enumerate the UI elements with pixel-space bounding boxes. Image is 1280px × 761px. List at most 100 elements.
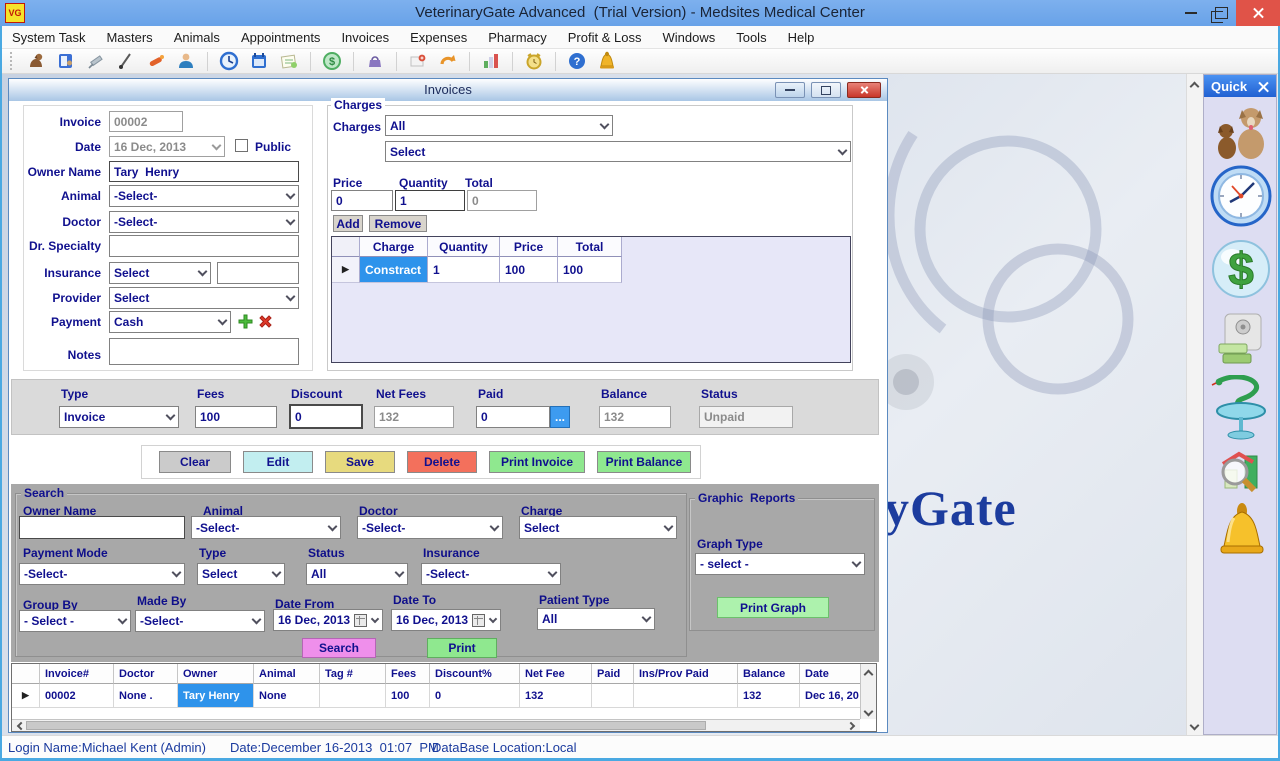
close-button[interactable] [1236,0,1280,26]
print-balance-button[interactable]: Print Balance [597,451,691,473]
search-button[interactable]: Search [302,638,376,658]
quick-bell-icon[interactable] [1217,501,1267,563]
save-button[interactable]: Save [325,451,395,473]
menu-item-expenses[interactable]: Expenses [410,30,467,45]
discount-field[interactable]: 0 [289,404,363,429]
results-vertical-scrollbar[interactable] [860,664,876,719]
toolbar-undo-arrow-icon[interactable] [437,50,459,72]
menu-item-tools[interactable]: Tools [736,30,766,45]
add-payment-icon[interactable] [237,313,254,335]
delete-button[interactable]: Delete [407,451,477,473]
menu-item-masters[interactable]: Masters [106,30,152,45]
toolbar-dollar-coin-icon[interactable]: $ [321,50,343,72]
toolbar-bar-chart-icon[interactable] [480,50,502,72]
charges-filter-combobox[interactable]: All [385,115,613,136]
toolbar-marker-pen-icon[interactable] [145,50,167,72]
toolbar-help-icon[interactable]: ? [566,50,588,72]
mdi-vertical-scrollbar[interactable] [1186,74,1203,735]
quick-safe-icon[interactable] [1216,311,1266,367]
search-status-combobox[interactable]: All [306,563,408,585]
clear-button[interactable]: Clear [159,451,231,473]
search-doctor-combobox[interactable]: -Select- [357,516,503,539]
results-row[interactable]: ▶ 00002 None . Tary Henry None 100 0 132… [12,684,876,708]
minimize-button[interactable] [1176,0,1206,26]
fees-field[interactable]: 100 [195,406,277,428]
search-print-button[interactable]: Print [427,638,497,658]
notes-label: Notes [19,348,101,362]
application-window: VG VeterinaryGate Advanced (Trial Versio… [0,0,1280,761]
search-type-combobox[interactable]: Select [197,563,285,585]
invoices-minimize-button[interactable] [775,82,805,98]
made-by-combobox[interactable]: -Select- [135,610,265,632]
print-invoice-button[interactable]: Print Invoice [489,451,585,473]
menu-item-system-task[interactable]: System Task [12,30,85,45]
quick-close-icon[interactable] [1257,80,1270,93]
remove-charge-button[interactable]: Remove [369,215,427,232]
doctor-combobox[interactable]: -Select- [109,211,299,233]
menu-item-help[interactable]: Help [788,30,815,45]
payment-combobox[interactable]: Cash [109,311,231,333]
dr-specialty-field[interactable] [109,235,299,257]
results-horizontal-scrollbar[interactable] [12,719,860,731]
quantity-field[interactable]: 1 [395,190,465,211]
quick-dollar-icon[interactable]: $ [1210,235,1272,303]
toolbar-dog-icon[interactable] [25,50,47,72]
menu-item-appointments[interactable]: Appointments [241,30,321,45]
quick-panel-title: Quick [1211,79,1247,94]
insurance-combobox[interactable]: Select [109,262,211,284]
paid-field[interactable]: 0 [476,406,550,428]
search-charge-combobox[interactable]: Select [519,516,677,539]
insurance-label: Insurance [19,266,101,280]
menu-item-invoices[interactable]: Invoices [341,30,389,45]
notes-field[interactable] [109,338,299,365]
charge-select-combobox[interactable]: Select [385,141,851,162]
toolbar-animal-book-icon[interactable] [55,50,77,72]
toolbar-calendar-icon[interactable] [248,50,270,72]
add-charge-button[interactable]: Add [333,215,363,232]
patient-type-combobox[interactable]: All [537,608,655,630]
graph-type-combobox[interactable]: - select - [695,553,865,575]
date-from-picker[interactable]: 16 Dec, 2013 [273,609,383,631]
toolbar-lab-probe-icon[interactable] [115,50,137,72]
invoices-restore-button[interactable] [811,82,841,98]
animal-combobox[interactable]: -Select- [109,185,299,207]
print-graph-button[interactable]: Print Graph [717,597,829,618]
quick-pharmacy-icon[interactable] [1210,373,1272,443]
search-owner-name-field[interactable] [19,516,185,539]
insurance-number-field[interactable] [217,262,299,284]
edit-button[interactable]: Edit [243,451,313,473]
charges-grid-row[interactable]: ▶ Constract 1 100 100 [332,257,850,283]
menu-item-animals[interactable]: Animals [174,30,220,45]
svg-text:?: ? [574,56,581,68]
menu-item-profit-loss[interactable]: Profit & Loss [568,30,642,45]
search-insurance-combobox[interactable]: -Select- [421,563,561,585]
date-to-picker[interactable]: 16 Dec, 2013 [391,609,501,631]
quick-pets-icon[interactable] [1212,99,1270,161]
public-checkbox[interactable] [235,139,248,152]
toolbar-clock-icon[interactable] [218,50,240,72]
payment-mode-combobox[interactable]: -Select- [19,563,185,585]
toolbar-purse-icon[interactable] [364,50,386,72]
toolbar-billing-note-icon[interactable] [278,50,300,72]
type-combobox[interactable]: Invoice [59,406,179,428]
menu-item-pharmacy[interactable]: Pharmacy [488,30,547,45]
invoices-close-button[interactable] [847,82,881,98]
paid-browse-button[interactable]: ... [550,406,570,428]
remove-payment-icon[interactable] [257,313,274,335]
toolbar-doctor-icon[interactable] [175,50,197,72]
toolbar-hand-bell-icon[interactable] [596,50,618,72]
owner-name-field[interactable]: Tary Henry [109,161,299,182]
charges-grid: Charge Quantity Price Total ▶ Constract … [331,236,851,363]
toolbar-alarm-clock-icon[interactable] [523,50,545,72]
charge-cell-selected: Constract [360,257,428,283]
toolbar-cash-register-icon[interactable] [407,50,429,72]
restore-button[interactable] [1206,0,1236,26]
price-field[interactable]: 0 [331,190,393,211]
toolbar-syringe-icon[interactable] [85,50,107,72]
quick-clock-icon[interactable] [1209,163,1273,229]
group-by-combobox[interactable]: - Select - [19,610,131,632]
search-animal-combobox[interactable]: -Select- [191,516,341,539]
menu-item-windows[interactable]: Windows [662,30,715,45]
provider-combobox[interactable]: Select [109,287,299,309]
quick-reports-icon[interactable] [1216,447,1268,499]
